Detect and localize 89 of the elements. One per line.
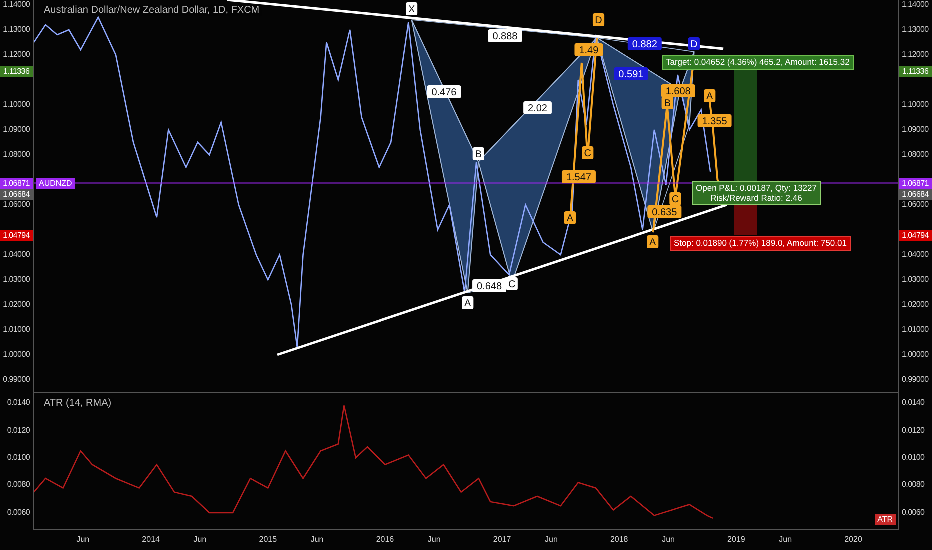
time-axis-label: Jun: [428, 535, 441, 544]
time-axis-label: Jun: [662, 535, 675, 544]
pattern-label: A: [647, 236, 659, 248]
price-tag: 1.11336: [0, 66, 33, 78]
axis-tick-label: 0.0060: [7, 508, 30, 518]
axis-tick-label: 0.0100: [902, 452, 925, 463]
pattern-label: 1.49: [574, 44, 604, 56]
axis-tick-label: 1.00000: [3, 350, 30, 360]
axis-tick-label: 1.01000: [902, 325, 929, 335]
time-axis-label: 2016: [376, 535, 394, 544]
indicator-title: ATR (14, RMA): [42, 398, 114, 409]
pattern-label: C: [506, 278, 518, 290]
pattern-label: A: [564, 212, 576, 224]
pattern-label: 1.608: [661, 84, 696, 98]
pnl-text: Open P&L: 0.00187, Qty: 13227: [696, 183, 817, 194]
pattern-label: 0.476: [427, 86, 462, 98]
axis-tick-label: 1.02000: [3, 300, 30, 310]
stop-label: Stop: 0.01890 (1.77%) 189.0, Amount: 750.01: [670, 236, 851, 252]
axis-tick-label: 1.14000: [902, 0, 929, 10]
price-tag: 1.06871: [899, 178, 932, 189]
axis-tick-label: 0.0100: [7, 452, 30, 463]
time-axis-label: Jun: [194, 535, 207, 544]
price-tag: 1.04794: [899, 230, 932, 241]
pattern-label: X: [406, 2, 418, 16]
pattern-label: 0.882: [628, 38, 662, 50]
time-axis-label: 2015: [259, 535, 278, 544]
axis-tick-label: 1.06000: [902, 200, 929, 210]
axis-tick-label: 1.04000: [3, 250, 30, 260]
time-axis-label: Jun: [779, 535, 792, 544]
axis-tick-label: 0.0080: [7, 480, 30, 490]
axis-tick-label: 1.09000: [3, 125, 30, 135]
axis-tick-label: 0.99000: [3, 375, 30, 385]
time-axis-label: 2014: [142, 535, 160, 544]
symbol-tag: AUDNZD: [36, 178, 76, 189]
axis-tick-label: 1.03000: [3, 275, 30, 285]
price-tag: 1.06684: [0, 188, 33, 200]
axis-tick-label: 1.03000: [902, 275, 929, 285]
ratio-text: Risk/Reward Ratio: 2.46: [710, 193, 804, 204]
axis-tick-label: 0.0060: [902, 508, 925, 518]
axis-tick-label: 1.14000: [3, 0, 30, 10]
price-tag: 1.06871: [0, 178, 33, 189]
chart-title: Australian Dollar/New Zealand Dollar, 1D, FXCM: [42, 5, 262, 16]
axis-tick-label: 0.0140: [902, 398, 925, 408]
price-tag: 1.06684: [899, 188, 932, 200]
pattern-label: D: [592, 14, 605, 26]
pattern-label: 1.355: [698, 114, 732, 128]
axis-tick-label: 1.00000: [902, 350, 929, 360]
axis-tick-label: 0.0140: [7, 398, 30, 408]
price-tag: 1.04794: [0, 230, 33, 241]
time-axis-label: 2018: [610, 535, 628, 544]
axis-tick-label: 1.08000: [3, 150, 30, 160]
pattern-label: 1.547: [562, 170, 596, 184]
pattern-label: A: [704, 90, 716, 102]
pattern-label: 2.02: [524, 102, 552, 114]
pattern-label: B: [662, 96, 674, 110]
time-axis-label: Jun: [76, 535, 90, 544]
time-axis-label: Jun: [545, 535, 558, 544]
time-axis-label: 2020: [844, 535, 862, 544]
time-axis-label: Jun: [310, 535, 324, 544]
axis-tick-label: 1.12000: [902, 50, 929, 60]
price-tag: 1.11336: [899, 66, 932, 78]
axis-tick-label: 1.09000: [902, 125, 929, 135]
pattern-label: B: [472, 148, 484, 160]
axis-tick-label: 1.13000: [3, 25, 30, 35]
pattern-label: D: [688, 38, 700, 50]
pattern-label: 0.648: [472, 280, 507, 292]
axis-tick-label: 1.06000: [3, 200, 30, 210]
axis-tick-label: 1.10000: [902, 100, 929, 110]
time-axis-label: 2019: [728, 535, 746, 544]
pattern-label: A: [462, 296, 474, 310]
indicator-tag: ATR: [874, 514, 896, 525]
time-axis-label: 2017: [493, 535, 512, 544]
axis-tick-label: 0.0120: [902, 426, 925, 436]
pattern-label: 0.888: [488, 30, 522, 42]
pattern-label: 0.635: [648, 206, 682, 218]
axis-tick-label: 1.13000: [902, 25, 929, 35]
axis-tick-label: 1.01000: [3, 325, 30, 335]
axis-tick-label: 0.0080: [902, 480, 925, 490]
axis-tick-label: 1.08000: [902, 150, 929, 160]
axis-tick-label: 0.0120: [7, 426, 30, 436]
target-label: Target: 0.04652 (4.36%) 465.2, Amount: 1615.32: [662, 55, 854, 70]
pattern-label: C: [670, 192, 682, 206]
pattern-label: 0.591: [614, 68, 648, 80]
axis-tick-label: 1.02000: [902, 300, 929, 310]
axis-tick-label: 1.04000: [902, 250, 929, 260]
pattern-label: C: [582, 146, 594, 160]
axis-tick-label: 0.99000: [902, 375, 929, 385]
axis-tick-label: 1.12000: [3, 50, 30, 60]
axis-tick-label: 1.10000: [3, 100, 30, 110]
